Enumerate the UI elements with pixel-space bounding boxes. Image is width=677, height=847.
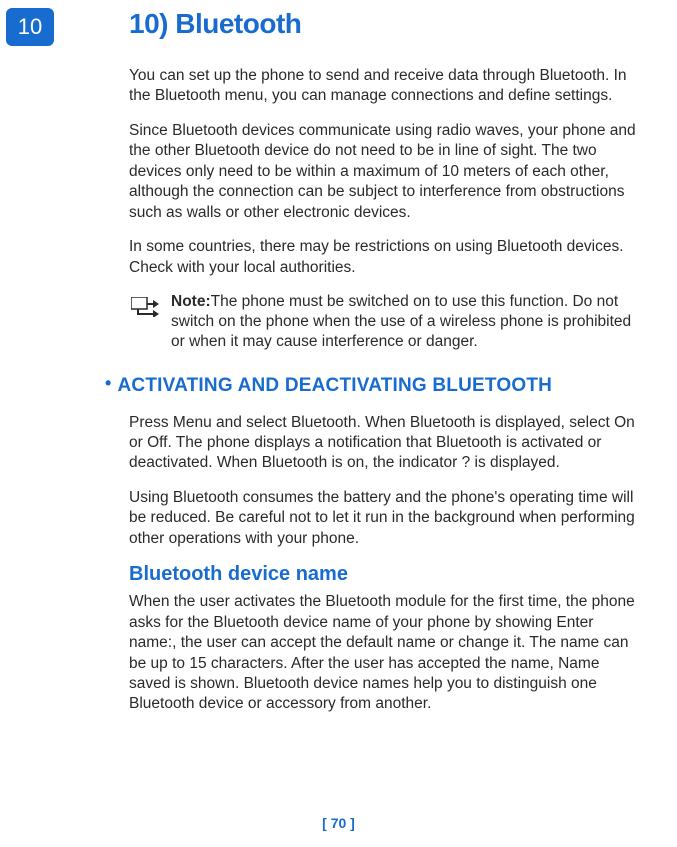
note-arrow-icon xyxy=(131,297,165,352)
intro-paragraph-3: In some countries, there may be restrict… xyxy=(129,237,645,278)
chapter-title: 10) Bluetooth xyxy=(129,8,645,40)
page-content: 10) Bluetooth You can set up the phone t… xyxy=(129,8,645,729)
note-label: Note: xyxy=(171,293,211,310)
chapter-tab: 10 xyxy=(6,8,54,46)
page-number: [ 70 ] xyxy=(0,815,677,831)
note-body: The phone must be switched on to use thi… xyxy=(171,293,631,350)
note-text: Note:The phone must be switched on to us… xyxy=(165,292,645,352)
bullet-icon: • xyxy=(105,373,112,394)
section1-paragraph-1: Press Menu and select Bluetooth. When Bl… xyxy=(129,413,645,474)
sub-heading-device-name: Bluetooth device name xyxy=(129,563,645,586)
section-heading-text: ACTIVATING AND DEACTIVATING BLUETOOTH xyxy=(118,375,553,396)
intro-paragraph-2: Since Bluetooth devices communicate usin… xyxy=(129,121,645,223)
section1-paragraph-2: Using Bluetooth consumes the battery and… xyxy=(129,488,645,549)
section2-paragraph-1: When the user activates the Bluetooth mo… xyxy=(129,592,645,715)
intro-paragraph-1: You can set up the phone to send and rec… xyxy=(129,66,645,107)
note-block: Note:The phone must be switched on to us… xyxy=(129,292,645,352)
chapter-tab-number: 10 xyxy=(18,14,42,40)
section-heading-activating: • ACTIVATING AND DEACTIVATING BLUETOOTH xyxy=(105,375,645,397)
